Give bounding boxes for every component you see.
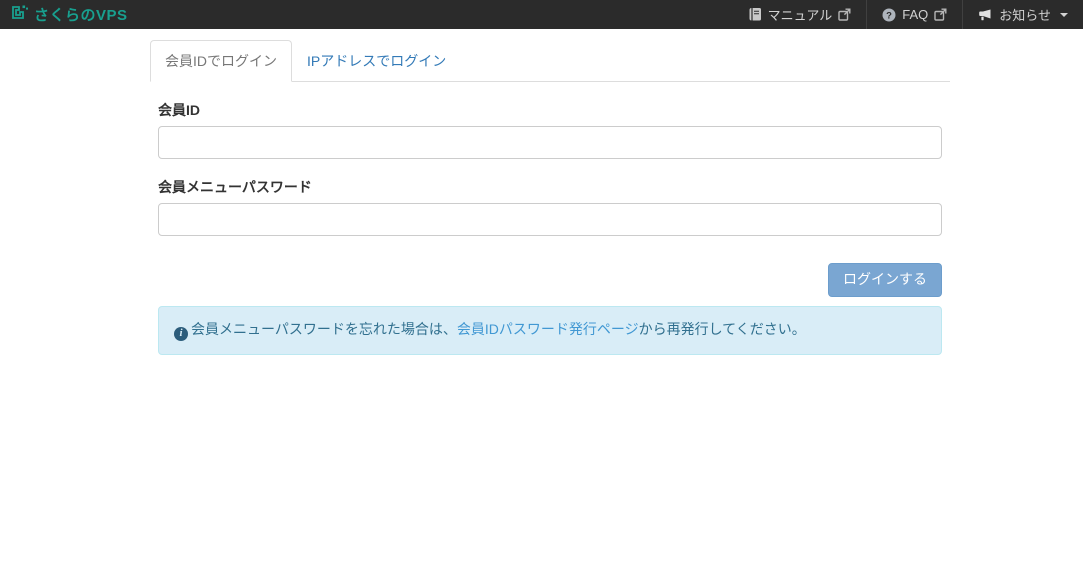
password-group: 会員メニューパスワード bbox=[158, 177, 942, 236]
password-reset-alert: i会員メニューパスワードを忘れた場合は、会員IDパスワード発行ページから再発行し… bbox=[158, 306, 942, 355]
alert-text-before: 会員メニューパスワードを忘れた場合は、 bbox=[191, 321, 457, 337]
password-label: 会員メニューパスワード bbox=[158, 177, 312, 197]
megaphone-icon bbox=[978, 8, 993, 22]
nav-item-label: マニュアル bbox=[768, 5, 833, 24]
brand-title: さくらのVPS bbox=[34, 4, 128, 25]
navbar-links: マニュアル ? FAQ bbox=[733, 0, 1083, 29]
external-link-icon bbox=[838, 8, 851, 21]
tab-member-id-login[interactable]: 会員IDでログイン bbox=[150, 40, 292, 82]
nav-item-news-dropdown[interactable]: お知らせ bbox=[962, 0, 1083, 29]
password-reissue-link[interactable]: 会員IDパスワード発行ページ bbox=[457, 321, 639, 337]
nav-item-faq[interactable]: ? FAQ bbox=[866, 0, 962, 29]
login-form: 会員ID 会員メニューパスワード ログインする i会員メニューパスワードを忘れた… bbox=[150, 82, 950, 355]
nav-item-label: FAQ bbox=[902, 7, 928, 22]
brand-link[interactable]: さくらのVPS bbox=[0, 0, 138, 29]
info-circle-icon: i bbox=[174, 327, 188, 341]
nav-item-manual[interactable]: マニュアル bbox=[733, 0, 867, 29]
member-id-group: 会員ID bbox=[158, 100, 942, 159]
svg-text:?: ? bbox=[886, 10, 892, 21]
question-circle-icon: ? bbox=[882, 8, 896, 22]
login-tabs: 会員IDでログイン IPアドレスでログイン bbox=[150, 40, 950, 82]
caret-down-icon bbox=[1060, 13, 1068, 17]
top-navbar: さくらのVPS マニュアル ? bbox=[0, 0, 1083, 29]
tab-ip-login[interactable]: IPアドレスでログイン bbox=[292, 40, 461, 82]
form-actions: ログインする bbox=[158, 263, 942, 297]
login-button[interactable]: ログインする bbox=[828, 263, 942, 297]
book-icon bbox=[748, 7, 762, 22]
member-id-input[interactable] bbox=[158, 126, 942, 159]
alert-text-after: から再発行してください。 bbox=[639, 321, 806, 337]
member-id-label: 会員ID bbox=[158, 100, 200, 120]
external-link-icon bbox=[934, 8, 947, 21]
password-input[interactable] bbox=[158, 203, 942, 236]
nav-item-label: お知らせ bbox=[999, 5, 1051, 24]
sakura-pixel-logo-icon bbox=[10, 3, 29, 27]
login-panel: 会員IDでログイン IPアドレスでログイン 会員ID 会員メニューパスワード ロ… bbox=[150, 40, 950, 355]
